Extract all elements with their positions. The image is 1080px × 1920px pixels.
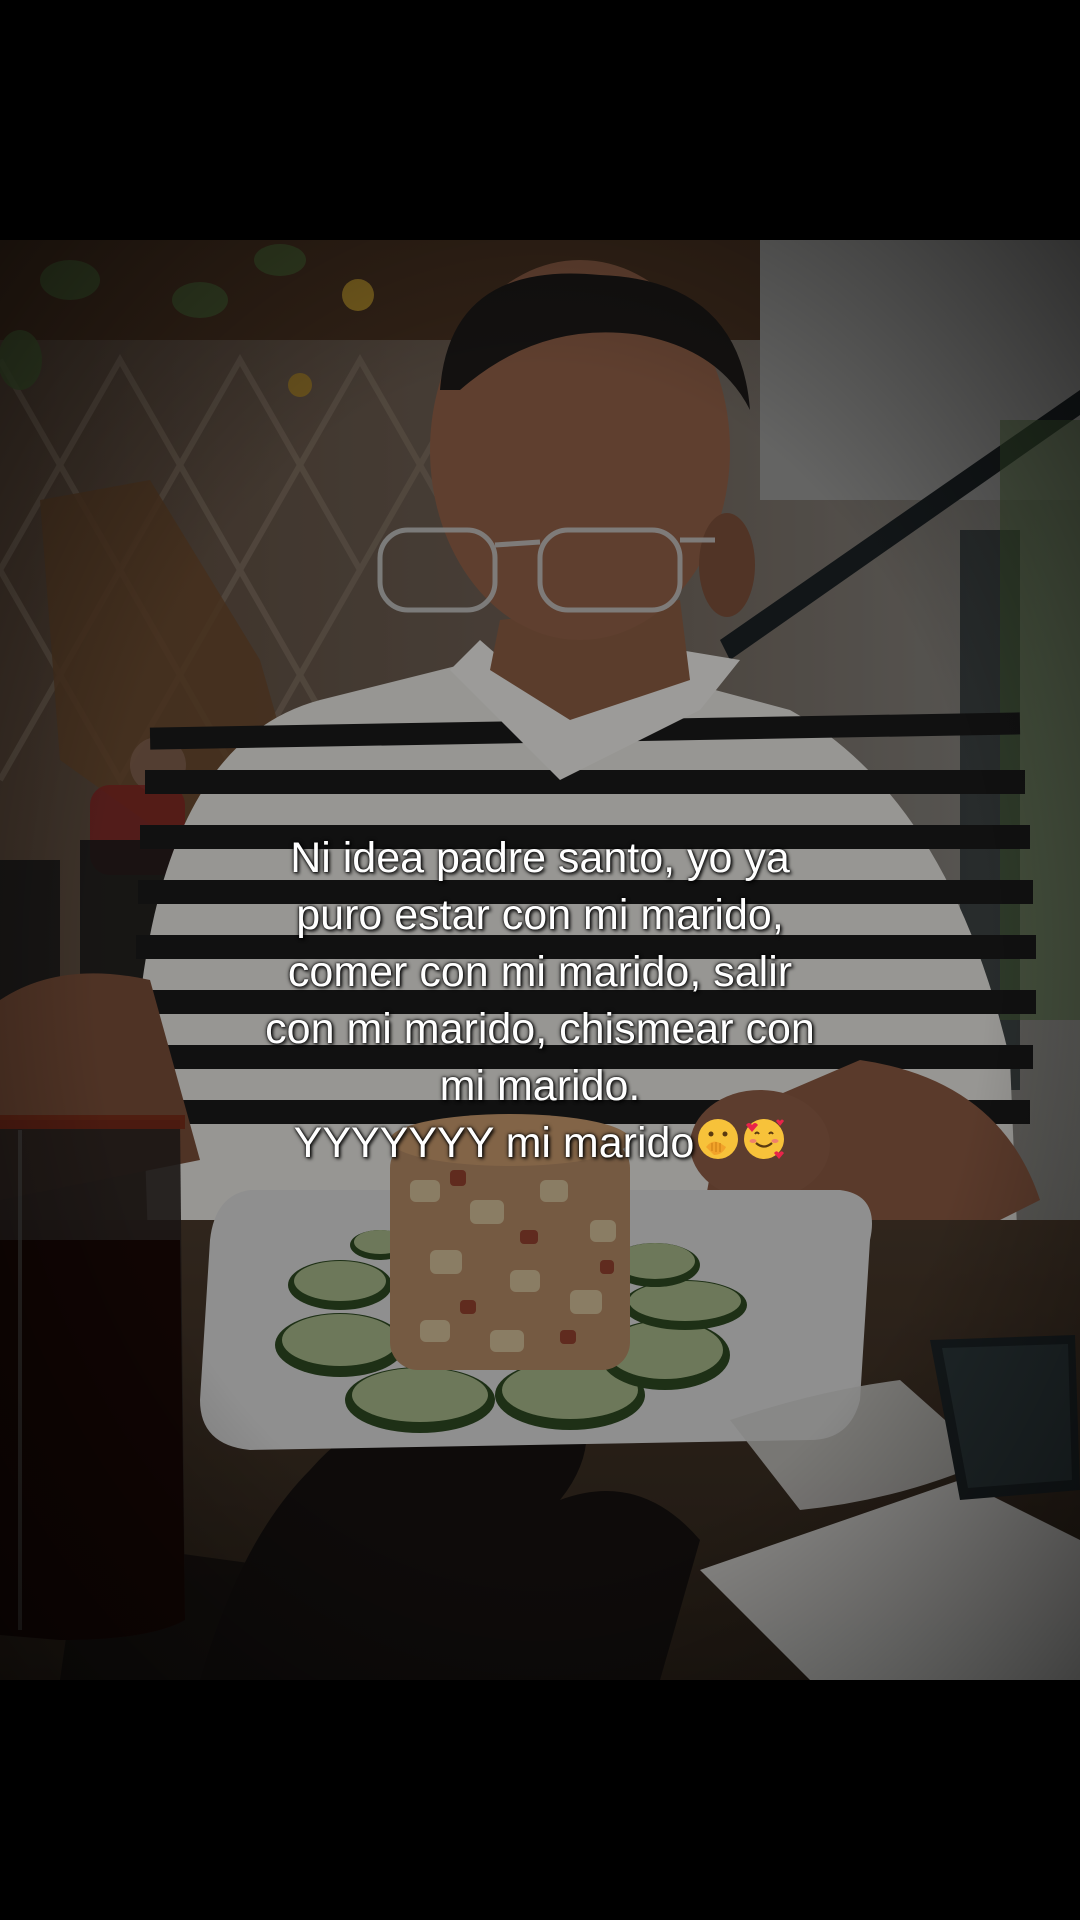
caption-line: con mi marido, chismear con (265, 1005, 815, 1053)
caption-line-last: YYYYYYY mi marido (60, 1115, 1020, 1172)
caption-line: YYYYYYY mi marido (293, 1119, 695, 1167)
caption-line: mi marido. (439, 1062, 641, 1110)
caption-line: Ni idea padre santo, yo ya (290, 834, 790, 882)
caption-line: comer con mi marido, salir (287, 948, 793, 996)
caption-text: Ni idea padre santo, yo ya puro estar co… (60, 830, 1020, 1172)
hand-over-mouth-emoji (698, 1119, 739, 1159)
caption-line: puro estar con mi marido, (296, 891, 784, 939)
smiling-face-with-hearts-emoji (744, 1119, 785, 1159)
